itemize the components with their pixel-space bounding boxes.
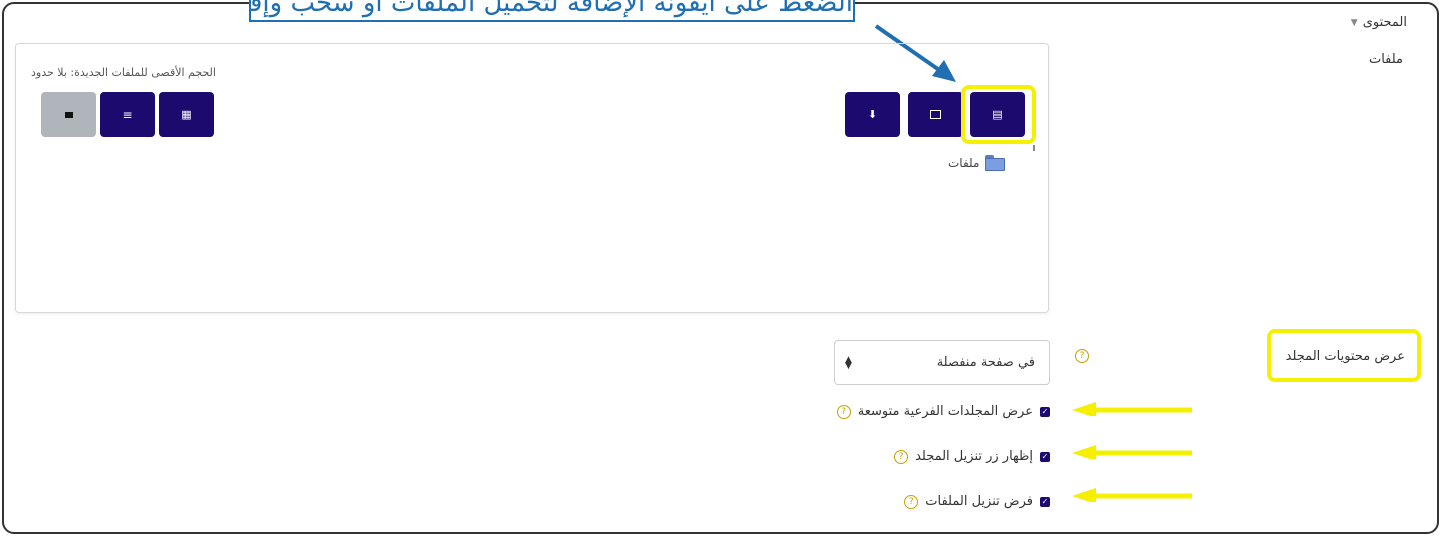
checkbox-expand-subfolders[interactable]: ✓ عرض المجلدات الفرعية متوسعة ? (836, 404, 1050, 419)
max-size-text: الحجم الأقصى للملفات الجديدة: بلا حدود (31, 66, 216, 79)
create-folder-button[interactable] (908, 92, 963, 137)
yellow-arrow-icon (1072, 402, 1192, 416)
file-manager-area[interactable] (15, 43, 1049, 313)
checkbox-label: إظهار زر تنزيل المجلد (915, 449, 1033, 464)
folder-name: ملفات (948, 156, 980, 170)
download-button[interactable]: ⬇ (845, 92, 900, 137)
display-contents-label: عرض محتويات المجلد (1285, 349, 1405, 364)
checkbox-label: عرض المجلدات الفرعية متوسعة (857, 404, 1033, 419)
checkbox-show-download-folder[interactable]: ✓ إظهار زر تنزيل المجلد ? (894, 449, 1050, 464)
help-icon[interactable]: ? (894, 449, 909, 464)
select-arrows-icon: ▲ ▼ (845, 354, 852, 371)
resize-mark (1033, 145, 1035, 151)
section-toggle-content[interactable]: المحتوى ▼ (1351, 15, 1407, 30)
section-title: المحتوى (1362, 15, 1407, 30)
folder-icon (64, 111, 73, 118)
display-select-value: في صفحة منفصلة (936, 355, 1035, 370)
view-list-button[interactable]: ≡ (100, 92, 155, 137)
yellow-arrow-icon (1072, 488, 1192, 502)
help-icon[interactable]: ? (836, 404, 851, 419)
list-icon: ≡ (122, 107, 133, 122)
grid-icon: ▦ (181, 108, 192, 121)
checkbox-checked-icon: ✓ (1040, 451, 1050, 462)
folder-icon (985, 155, 1006, 171)
checkbox-force-download[interactable]: ✓ فرض تنزيل الملفات ? (904, 494, 1050, 509)
checkbox-checked-icon: ✓ (1040, 496, 1050, 507)
help-icon[interactable]: ? (1075, 349, 1089, 363)
download-icon: ⬇ (867, 108, 878, 121)
checkbox-checked-icon: ✓ (1040, 406, 1050, 417)
yellow-arrow-icon (1072, 445, 1192, 459)
checkbox-label: فرض تنزيل الملفات (925, 494, 1033, 509)
files-field-label: ملفات (1368, 52, 1403, 67)
caret-down-icon: ▼ (1350, 17, 1358, 28)
folder-outline-icon (930, 110, 941, 119)
folder-item[interactable]: ملفات (948, 155, 1006, 171)
view-folder-button[interactable] (41, 92, 96, 137)
add-file-highlight (961, 85, 1036, 144)
display-select[interactable]: في صفحة منفصلة ▲ ▼ (834, 340, 1050, 385)
instruction-callout: الضغط على أيقونة الإضافة لتحميل الملفات … (249, 0, 855, 22)
help-icon[interactable]: ? (904, 494, 919, 509)
view-grid-button[interactable]: ▦ (159, 92, 214, 137)
